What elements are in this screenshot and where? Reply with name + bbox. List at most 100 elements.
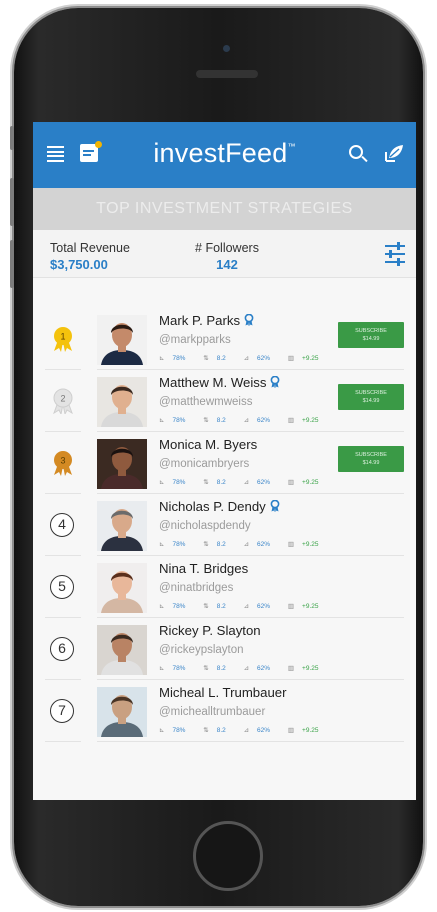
metric-swap: ⇅ 8.2 bbox=[203, 602, 234, 610]
trader-name[interactable]: Rickey P. Slayton bbox=[159, 623, 261, 638]
earpiece-speaker bbox=[196, 70, 258, 78]
trademark-symbol: ™ bbox=[287, 142, 296, 151]
subscribe-label: SUBSCRIBE bbox=[355, 390, 387, 396]
subscribe-button[interactable]: SUBSCRIBE $14.99 bbox=[338, 446, 404, 472]
metric-gain: ▥ +9.25 bbox=[288, 602, 327, 610]
metric-accuracy-value: 62% bbox=[257, 665, 271, 672]
gain-icon: ▥ bbox=[287, 541, 295, 548]
trader-list: 1 Mark P. Parks @markpparks ⊾ 78% ⇅ 8.2 … bbox=[33, 308, 416, 742]
metric-accuracy: ⊿ 62% bbox=[244, 478, 278, 486]
metric-trend: ⊾ 78% bbox=[159, 602, 193, 610]
trader-name-text: Matthew M. Weiss bbox=[159, 375, 267, 390]
trader-metrics: ⊾ 78% ⇅ 8.2 ⊿ 62% ▥ +9.25 bbox=[159, 478, 334, 486]
metric-accuracy: ⊿ 62% bbox=[244, 602, 278, 610]
trader-name-text: Nina T. Bridges bbox=[159, 561, 249, 576]
metric-gain: ▥ +9.25 bbox=[288, 540, 327, 548]
metric-trend-value: 78% bbox=[172, 665, 186, 672]
trader-row[interactable]: 7 Micheal L. Trumbauer @michealltrumbaue… bbox=[33, 680, 416, 742]
rank-badge: 4 bbox=[50, 513, 74, 537]
accuracy-icon: ⊿ bbox=[243, 355, 250, 362]
avatar[interactable] bbox=[97, 377, 147, 427]
trader-handle: @rickeypslayton bbox=[159, 644, 244, 656]
trader-name[interactable]: Nicholas P. Dendy bbox=[159, 499, 280, 514]
metric-swap: ⇅ 8.2 bbox=[203, 726, 234, 734]
rank-number: 2 bbox=[60, 394, 65, 404]
swap-icon: ⇅ bbox=[203, 727, 209, 734]
trader-metrics: ⊾ 78% ⇅ 8.2 ⊿ 62% ▥ +9.25 bbox=[159, 354, 334, 362]
accuracy-icon: ⊿ bbox=[243, 479, 250, 486]
trader-handle: @michealltrumbauer bbox=[159, 706, 266, 718]
trader-name-text: Mark P. Parks bbox=[159, 313, 241, 328]
trend-icon: ⊾ bbox=[159, 355, 165, 362]
metric-gain-value: +9.25 bbox=[302, 727, 319, 734]
mute-switch bbox=[10, 126, 14, 150]
trader-row[interactable]: 6 Rickey P. Slayton @rickeypslayton ⊾ 78… bbox=[33, 618, 416, 680]
metric-gain-value: +9.25 bbox=[302, 541, 319, 548]
trader-name[interactable]: Micheal L. Trumbauer bbox=[159, 685, 287, 700]
accuracy-icon: ⊿ bbox=[243, 665, 250, 672]
metric-swap-value: 8.2 bbox=[216, 417, 226, 424]
metric-swap-value: 8.2 bbox=[216, 727, 226, 734]
avatar[interactable] bbox=[97, 563, 147, 613]
trend-icon: ⊾ bbox=[159, 541, 165, 548]
followers-label: # Followers bbox=[195, 241, 259, 255]
metric-swap: ⇅ 8.2 bbox=[203, 540, 234, 548]
avatar[interactable] bbox=[97, 687, 147, 737]
accuracy-icon: ⊿ bbox=[243, 417, 250, 424]
trader-name[interactable]: Matthew M. Weiss bbox=[159, 375, 280, 390]
rank-badge: 5 bbox=[50, 575, 74, 599]
trend-icon: ⊾ bbox=[159, 665, 165, 672]
total-revenue: Total Revenue $3,750.00 bbox=[50, 241, 130, 272]
home-button[interactable] bbox=[193, 821, 263, 891]
leaf-icon[interactable] bbox=[383, 142, 405, 164]
avatar[interactable] bbox=[97, 315, 147, 365]
trader-row[interactable]: 2 Matthew M. Weiss @matthewmweiss ⊾ 78% … bbox=[33, 370, 416, 432]
avatar[interactable] bbox=[97, 625, 147, 675]
section-title: TOP INVESTMENT STRATEGIES bbox=[33, 188, 416, 230]
subscribe-price: $14.99 bbox=[362, 460, 380, 466]
metric-swap: ⇅ 8.2 bbox=[203, 664, 234, 672]
swap-icon: ⇅ bbox=[203, 603, 209, 610]
metric-gain: ▥ +9.25 bbox=[288, 726, 327, 734]
metric-swap-value: 8.2 bbox=[216, 355, 226, 362]
avatar[interactable] bbox=[97, 439, 147, 489]
avatar[interactable] bbox=[97, 501, 147, 551]
metric-trend: ⊾ 78% bbox=[159, 416, 193, 424]
subscribe-button[interactable]: SUBSCRIBE $14.99 bbox=[338, 384, 404, 410]
divider bbox=[97, 741, 404, 742]
metric-accuracy-value: 62% bbox=[257, 355, 271, 362]
swap-icon: ⇅ bbox=[203, 417, 209, 424]
trader-metrics: ⊾ 78% ⇅ 8.2 ⊿ 62% ▥ +9.25 bbox=[159, 416, 334, 424]
trader-row[interactable]: 5 Nina T. Bridges @ninatbridges ⊾ 78% ⇅ … bbox=[33, 556, 416, 618]
gain-icon: ▥ bbox=[287, 603, 295, 610]
trader-name[interactable]: Nina T. Bridges bbox=[159, 561, 248, 576]
metric-gain: ▥ +9.25 bbox=[288, 354, 327, 362]
trend-icon: ⊾ bbox=[159, 727, 165, 734]
trader-name[interactable]: Mark P. Parks bbox=[159, 313, 254, 328]
stats-bar: Total Revenue $3,750.00 # Followers 142 bbox=[33, 230, 416, 278]
metric-gain-value: +9.25 bbox=[302, 665, 319, 672]
accuracy-icon: ⊿ bbox=[243, 603, 250, 610]
metric-swap: ⇅ 8.2 bbox=[203, 478, 234, 486]
trader-name-text: Micheal L. Trumbauer bbox=[159, 685, 287, 700]
volume-up-button bbox=[10, 178, 14, 226]
trader-row[interactable]: 3 Monica M. Byers @monicambryers ⊾ 78% ⇅… bbox=[33, 432, 416, 494]
trader-name[interactable]: Monica M. Byers bbox=[159, 437, 257, 452]
metric-swap-value: 8.2 bbox=[216, 665, 226, 672]
app-screen: investFeed™ TOP INVESTMENT STRATEGIES To… bbox=[33, 122, 416, 800]
trader-name-text: Monica M. Byers bbox=[159, 437, 258, 452]
search-icon[interactable] bbox=[349, 145, 363, 159]
trader-metrics: ⊾ 78% ⇅ 8.2 ⊿ 62% ▥ +9.25 bbox=[159, 726, 334, 734]
trader-row[interactable]: 1 Mark P. Parks @markpparks ⊾ 78% ⇅ 8.2 … bbox=[33, 308, 416, 370]
filter-icon[interactable] bbox=[385, 242, 405, 266]
gain-icon: ▥ bbox=[287, 665, 295, 672]
swap-icon: ⇅ bbox=[203, 355, 209, 362]
subscribe-button[interactable]: SUBSCRIBE $14.99 bbox=[338, 322, 404, 348]
metric-accuracy-value: 62% bbox=[257, 417, 271, 424]
metric-trend-value: 78% bbox=[172, 355, 186, 362]
trader-row[interactable]: 4 Nicholas P. Dendy @nicholaspdendy ⊾ 78… bbox=[33, 494, 416, 556]
verified-badge-icon bbox=[244, 314, 254, 326]
accuracy-icon: ⊿ bbox=[243, 727, 250, 734]
metric-swap: ⇅ 8.2 bbox=[203, 354, 234, 362]
app-header: investFeed™ bbox=[33, 122, 416, 188]
